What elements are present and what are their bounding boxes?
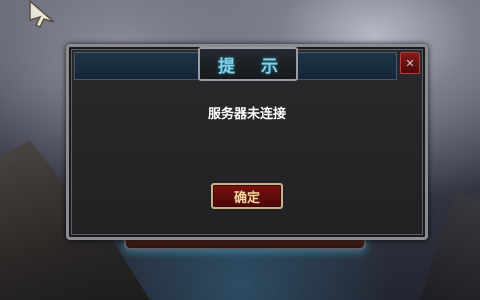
rock-scenery-right <box>420 190 480 300</box>
title-bar-left <box>74 52 202 80</box>
game-background: 提 示 ✕ 服务器未连接 确定 <box>0 0 480 300</box>
dialog-title: 提 示 <box>198 47 298 81</box>
mouse-cursor-icon <box>29 0 55 28</box>
alert-dialog: 提 示 ✕ 服务器未连接 确定 <box>66 44 428 240</box>
close-button[interactable]: ✕ <box>400 52 420 74</box>
close-icon: ✕ <box>405 56 415 70</box>
confirm-button[interactable]: 确定 <box>211 183 283 209</box>
title-bar-right <box>295 52 397 80</box>
dialog-message: 服务器未连接 <box>207 107 286 122</box>
